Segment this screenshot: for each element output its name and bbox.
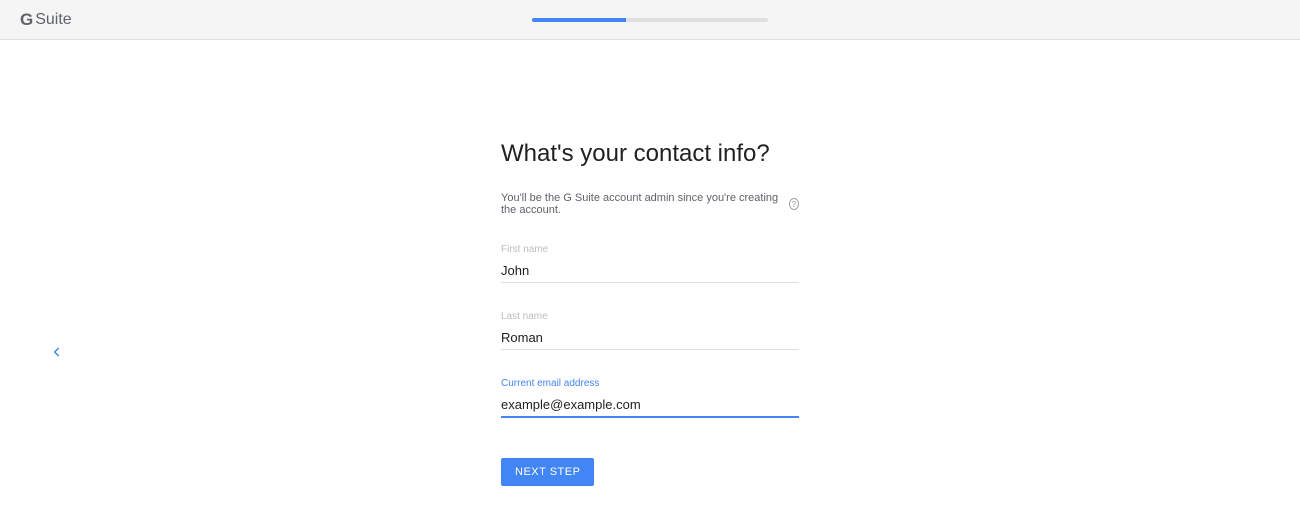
help-icon[interactable]: ? xyxy=(789,198,799,210)
chevron-left-icon xyxy=(50,345,64,359)
progress-bar xyxy=(532,18,768,22)
form-container: What's your contact info? You'll be the … xyxy=(501,40,799,486)
last-name-label: Last name xyxy=(501,311,799,322)
header: G Suite xyxy=(0,0,1300,40)
page-title: What's your contact info? xyxy=(501,140,799,168)
subtitle-text: You'll be the G Suite account admin sinc… xyxy=(501,192,783,216)
logo: G Suite xyxy=(20,10,72,30)
first-name-field: First name xyxy=(501,244,799,283)
email-label: Current email address xyxy=(501,378,799,389)
back-button[interactable] xyxy=(50,345,64,364)
last-name-input[interactable] xyxy=(501,326,799,350)
logo-text: Suite xyxy=(35,11,71,29)
next-step-button[interactable]: NEXT STEP xyxy=(501,458,594,486)
logo-g: G xyxy=(20,10,33,30)
email-input[interactable] xyxy=(501,393,799,418)
first-name-label: First name xyxy=(501,244,799,255)
progress-fill xyxy=(532,18,626,22)
subtitle-row: You'll be the G Suite account admin sinc… xyxy=(501,192,799,216)
first-name-input[interactable] xyxy=(501,259,799,283)
last-name-field: Last name xyxy=(501,311,799,350)
email-field: Current email address xyxy=(501,378,799,418)
